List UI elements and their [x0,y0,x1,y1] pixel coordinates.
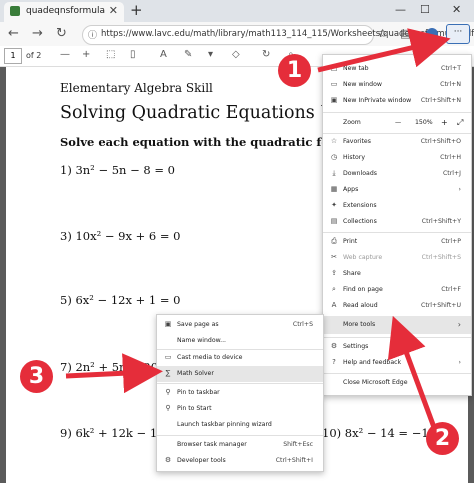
step-2-badge: 2 [426,422,459,455]
annotation-arrows [65,28,451,431]
step-1-badge: 1 [278,54,311,87]
arrow-step3 [65,353,163,394]
arrow-step1 [317,28,451,73]
arrow-step2 [387,315,438,431]
step-3-badge: 3 [20,360,53,393]
